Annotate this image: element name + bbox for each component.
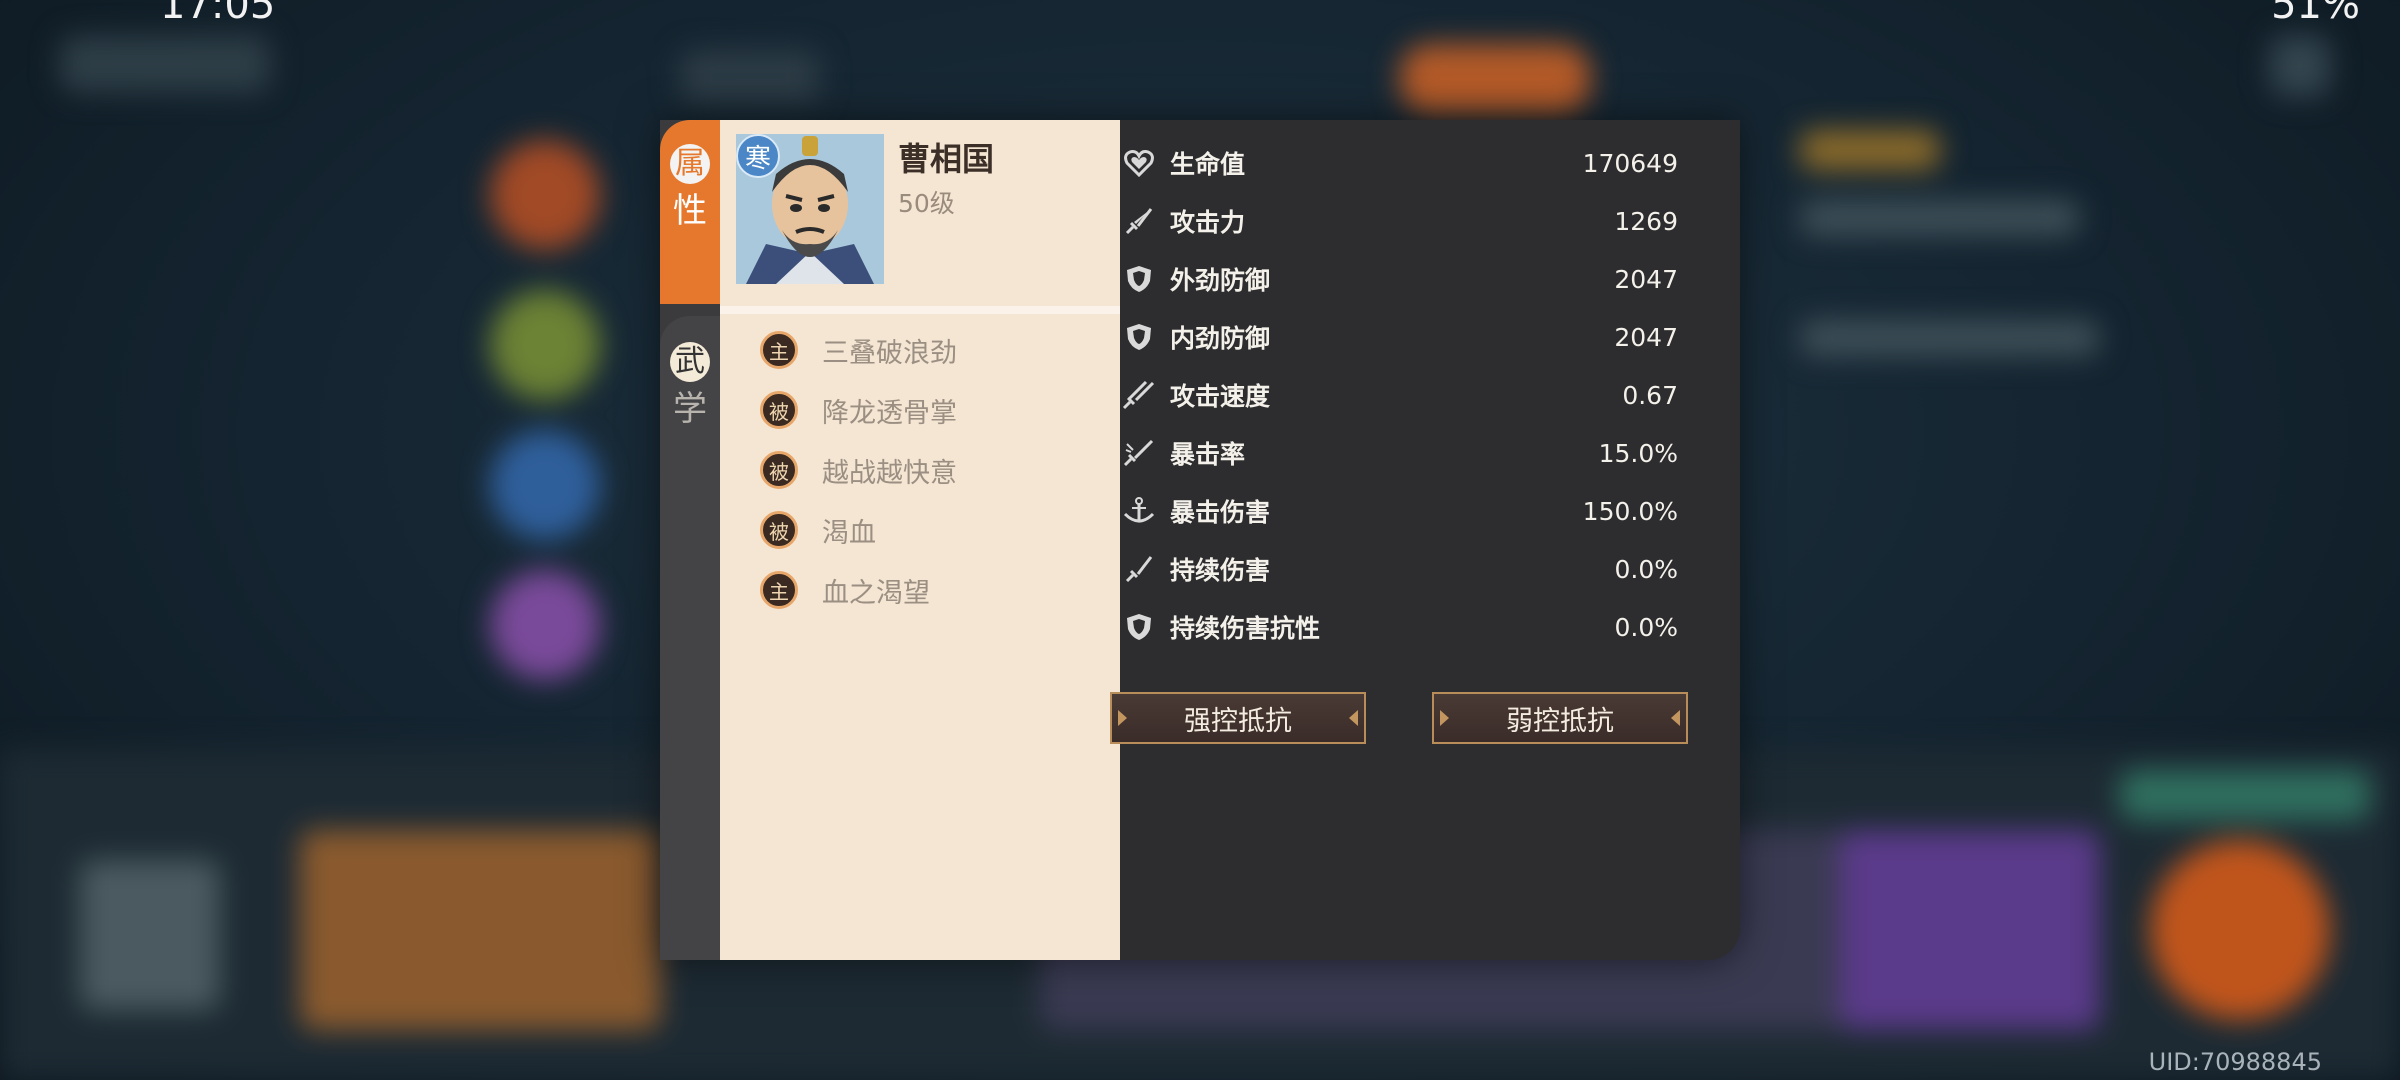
- stat-row-crit-damage: 暴击伤害 150.0%: [1110, 486, 1680, 536]
- double-sword-icon: [1122, 378, 1156, 412]
- stat-label: 持续伤害抗性: [1170, 614, 1321, 643]
- skill-item[interactable]: 被 渴血: [760, 500, 957, 560]
- button-ornament-left: [1118, 710, 1127, 726]
- stat-row-dot-damage: 持续伤害 0.0%: [1110, 544, 1680, 594]
- hero-detail-modal: 属 性 武 学 寒 曹相国 50级 主 三叠破浪劲 被 降龙透骨掌 被 越战越快…: [660, 120, 1740, 960]
- divider: [720, 306, 1120, 314]
- stat-row-dot-resistance: 持续伤害抗性 0.0%: [1110, 602, 1680, 652]
- tab-martial-char2: 学: [673, 389, 707, 429]
- skill-name: 渴血: [822, 517, 876, 549]
- shield-icon: [1122, 262, 1156, 296]
- stat-value: 2047: [1614, 264, 1678, 294]
- stat-label: 暴击率: [1170, 440, 1246, 469]
- shield-icon: [1122, 320, 1156, 354]
- stat-label: 攻击速度: [1170, 382, 1271, 411]
- stat-row-inner-defense: 内劲防御 2047: [1110, 312, 1680, 362]
- stat-label: 外劲防御: [1170, 266, 1271, 295]
- stat-label: 内劲防御: [1170, 324, 1271, 353]
- skill-type-badge: 被: [760, 391, 798, 429]
- uid-label: UID:70988845: [2148, 1048, 2322, 1076]
- stat-label: 持续伤害: [1170, 556, 1271, 585]
- stat-row-attack-speed: 攻击速度 0.67: [1110, 370, 1680, 420]
- hero-level: 50级: [898, 189, 955, 218]
- skill-item[interactable]: 主 血之渴望: [760, 560, 957, 620]
- stat-value: 0.67: [1622, 380, 1678, 410]
- strong-control-resistance-button[interactable]: 强控抵抗: [1110, 692, 1366, 744]
- element-badge: 寒: [736, 134, 780, 178]
- anchor-icon: [1122, 494, 1156, 528]
- skill-item[interactable]: 被 降龙透骨掌: [760, 380, 957, 440]
- skill-name: 血之渴望: [822, 577, 930, 609]
- button-label: 弱控抵抗: [1506, 705, 1614, 737]
- stat-value: 170649: [1582, 148, 1678, 178]
- stat-row-hp: 生命值 170649: [1110, 138, 1680, 188]
- hero-name: 曹相国: [898, 140, 995, 178]
- stat-label: 生命值: [1170, 150, 1246, 179]
- stat-value: 0.0%: [1614, 612, 1678, 642]
- crit-icon: [1122, 436, 1156, 470]
- button-ornament-right: [1349, 710, 1358, 726]
- tab-attributes[interactable]: 属 性: [660, 120, 720, 304]
- status-time: 17:05: [160, 0, 276, 28]
- skill-name: 三叠破浪劲: [822, 337, 957, 369]
- skill-type-badge: 被: [760, 511, 798, 549]
- tab-martial-char1: 武: [670, 342, 710, 382]
- button-ornament-right: [1671, 710, 1680, 726]
- stat-value: 0.0%: [1614, 554, 1678, 584]
- stat-value: 1269: [1614, 206, 1678, 236]
- skill-name: 越战越快意: [822, 457, 957, 489]
- tab-attributes-char2: 性: [673, 191, 707, 231]
- skill-type-badge: 主: [760, 571, 798, 609]
- skill-list: 主 三叠破浪劲 被 降龙透骨掌 被 越战越快意 被 渴血 主 血之渴望: [760, 320, 957, 620]
- shield-icon: [1122, 610, 1156, 644]
- stat-row-crit-rate: 暴击率 15.0%: [1110, 428, 1680, 478]
- stat-row-attack: 攻击力 1269: [1110, 196, 1680, 246]
- button-ornament-left: [1440, 710, 1449, 726]
- skill-type-badge: 主: [760, 331, 798, 369]
- tab-attributes-char1: 属: [670, 144, 710, 184]
- weak-control-resistance-button[interactable]: 弱控抵抗: [1432, 692, 1688, 744]
- battery-indicator: 51%: [2271, 0, 2360, 28]
- heart-icon: [1122, 146, 1156, 180]
- stat-label: 暴击伤害: [1170, 498, 1271, 527]
- button-label: 强控抵抗: [1184, 705, 1292, 737]
- skill-name: 降龙透骨掌: [822, 397, 957, 429]
- sword-icon: [1122, 204, 1156, 238]
- skill-item[interactable]: 主 三叠破浪劲: [760, 320, 957, 380]
- hero-panel: 寒 曹相国 50级 主 三叠破浪劲 被 降龙透骨掌 被 越战越快意 被 渴血 主: [720, 120, 1120, 960]
- stat-value: 2047: [1614, 322, 1678, 352]
- skill-item[interactable]: 被 越战越快意: [760, 440, 957, 500]
- stat-value: 150.0%: [1582, 496, 1678, 526]
- stat-row-outer-defense: 外劲防御 2047: [1110, 254, 1680, 304]
- sword-icon: [1122, 552, 1156, 586]
- stat-label: 攻击力: [1170, 208, 1246, 237]
- skill-type-badge: 被: [760, 451, 798, 489]
- tab-martial-arts[interactable]: 武 学: [660, 316, 720, 960]
- stat-value: 15.0%: [1598, 438, 1678, 468]
